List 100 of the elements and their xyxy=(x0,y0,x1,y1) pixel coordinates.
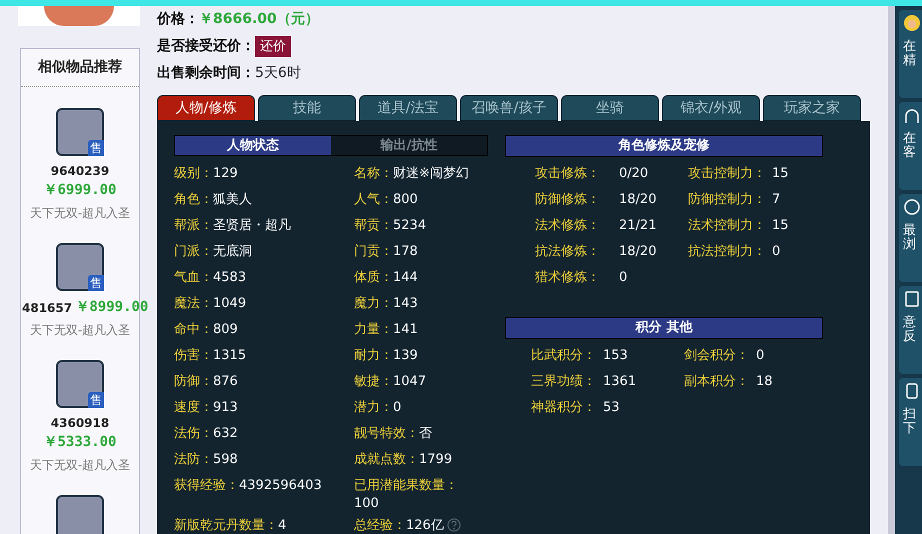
field-label: 剑会积分： xyxy=(684,347,750,365)
field-value: 无底洞 xyxy=(213,244,252,259)
field-label: 法术修炼： xyxy=(535,217,601,235)
server-name: 天下无双-超凡入圣 xyxy=(30,457,130,474)
avatar-icon xyxy=(903,14,921,32)
field-label: 已用潜能果数量： xyxy=(354,478,458,493)
field-label: 潜力： xyxy=(354,400,393,415)
field-value: 0/20 xyxy=(619,165,648,183)
subtab[interactable]: 输出/抗性 xyxy=(331,136,487,155)
bargain-button[interactable]: 还价 xyxy=(255,36,291,58)
field-value: 0 xyxy=(756,347,764,365)
field-label: 气血： xyxy=(174,270,213,285)
field-value: 18 xyxy=(756,373,773,391)
field-label: 角色： xyxy=(174,192,213,207)
avatar-picture[interactable]: 售 xyxy=(56,243,104,291)
avatar-picture[interactable]: 售 xyxy=(56,108,104,156)
avatar-picture[interactable]: 售 xyxy=(56,360,104,408)
field-value: 18/20 xyxy=(619,243,656,261)
tab[interactable]: 锦衣/外观 xyxy=(662,95,760,121)
field-label: 防御： xyxy=(174,374,213,389)
avatar-picture[interactable] xyxy=(56,495,104,534)
field-value: 632 xyxy=(213,426,238,441)
field-label: 门派： xyxy=(174,244,213,259)
field-label: 总经验： xyxy=(354,518,406,533)
field-value: 15 xyxy=(772,165,789,183)
field-value: 圣贤居・超凡 xyxy=(213,218,291,233)
field-label: 魔法： xyxy=(174,296,213,311)
side-label: 最浏 xyxy=(903,224,916,252)
section-header: 积分 其他 xyxy=(505,317,823,339)
field-value: 4392596403 xyxy=(239,478,322,493)
field-label: 成就点数： xyxy=(354,452,419,467)
field-value: 178 xyxy=(393,244,418,259)
sale-badge: 售 xyxy=(88,275,104,291)
item-price: ￥6999.00 xyxy=(43,181,116,200)
side-label: 意反 xyxy=(903,316,916,344)
item-id: 481657 xyxy=(22,300,72,316)
bargain-label: 是否接受还价： xyxy=(157,37,255,56)
field-value: 0 xyxy=(619,269,628,287)
field-value: 财迷※闯梦幻 xyxy=(393,166,469,181)
sale-badge: 售 xyxy=(88,140,104,156)
field-value: 0 xyxy=(772,243,780,261)
time-left-value: 5天6时 xyxy=(255,64,301,83)
side-button[interactable]: 扫下 xyxy=(899,378,922,466)
field-value: 4 xyxy=(278,518,286,533)
server-name: 天下无双-超凡入圣 xyxy=(30,322,130,339)
side-button[interactable]: 最浏 xyxy=(899,194,922,282)
field-value: 21/21 xyxy=(619,217,656,235)
field-label: 法伤： xyxy=(174,426,213,441)
field-value: 1361 xyxy=(603,373,636,391)
field-value: 139 xyxy=(393,348,418,363)
field-label: 新版乾元丹数量： xyxy=(174,518,278,533)
field-value: 876 xyxy=(213,374,238,389)
field-label: 比武积分： xyxy=(531,347,597,365)
field-label: 获得经验： xyxy=(174,478,239,493)
side-button[interactable]: 在客 xyxy=(899,102,922,190)
field-value: 126亿 xyxy=(406,518,444,533)
sale-badge: 售 xyxy=(88,392,104,408)
field-value: 913 xyxy=(213,400,238,415)
field-label: 人气： xyxy=(354,192,393,207)
panel-title: 相似物品推荐 xyxy=(21,49,139,87)
tab[interactable]: 人物/修炼 xyxy=(157,95,255,121)
side-label: 在精 xyxy=(903,40,916,68)
tab[interactable]: 道具/法宝 xyxy=(359,95,457,121)
field-label: 攻击修炼： xyxy=(535,165,601,183)
server-name: 天下无双-超凡入圣 xyxy=(30,205,130,222)
side-button[interactable]: 意反 xyxy=(899,286,922,374)
field-label: 敏捷： xyxy=(354,374,393,389)
price-label: 价格： xyxy=(157,10,199,29)
field-label: 抗法修炼： xyxy=(535,243,601,261)
field-label: 三界功绩： xyxy=(531,373,597,391)
tab[interactable]: 坐骑 xyxy=(561,95,659,121)
field-label: 命中： xyxy=(174,322,213,337)
field-label: 攻击控制力： xyxy=(688,165,767,183)
field-value: 1315 xyxy=(213,348,246,363)
price-value: ￥8666.00（元） xyxy=(199,10,319,29)
help-icon[interactable] xyxy=(447,518,462,532)
field-label: 靓号特效： xyxy=(354,426,419,441)
field-label: 法防： xyxy=(174,452,213,467)
tab[interactable]: 玩家之家 xyxy=(763,95,861,121)
field-value: 0 xyxy=(393,400,402,415)
tab[interactable]: 召唤兽/孩子 xyxy=(460,95,558,121)
field-label: 名称： xyxy=(354,166,393,181)
side-button[interactable]: 在精 xyxy=(899,10,922,98)
field-label: 防御修炼： xyxy=(535,191,601,209)
scrollbar[interactable] xyxy=(888,6,895,534)
circle-icon xyxy=(903,198,921,216)
field-value: 18/20 xyxy=(619,191,656,209)
field-label: 级别： xyxy=(174,166,213,181)
field-value: 144 xyxy=(393,270,418,285)
item-price: ￥8999.00 xyxy=(75,298,148,317)
subtab[interactable]: 人物状态 xyxy=(175,136,331,155)
tab[interactable]: 技能 xyxy=(258,95,356,121)
field-value: 100 xyxy=(354,496,379,511)
field-label: 防御控制力： xyxy=(688,191,767,209)
field-value: 800 xyxy=(393,192,418,207)
section-header: 角色修炼及宠修 xyxy=(505,135,823,157)
field-label: 帮派： xyxy=(174,218,213,233)
field-value: 1047 xyxy=(393,374,426,389)
document-icon xyxy=(903,290,921,308)
side-label: 在客 xyxy=(903,132,916,160)
